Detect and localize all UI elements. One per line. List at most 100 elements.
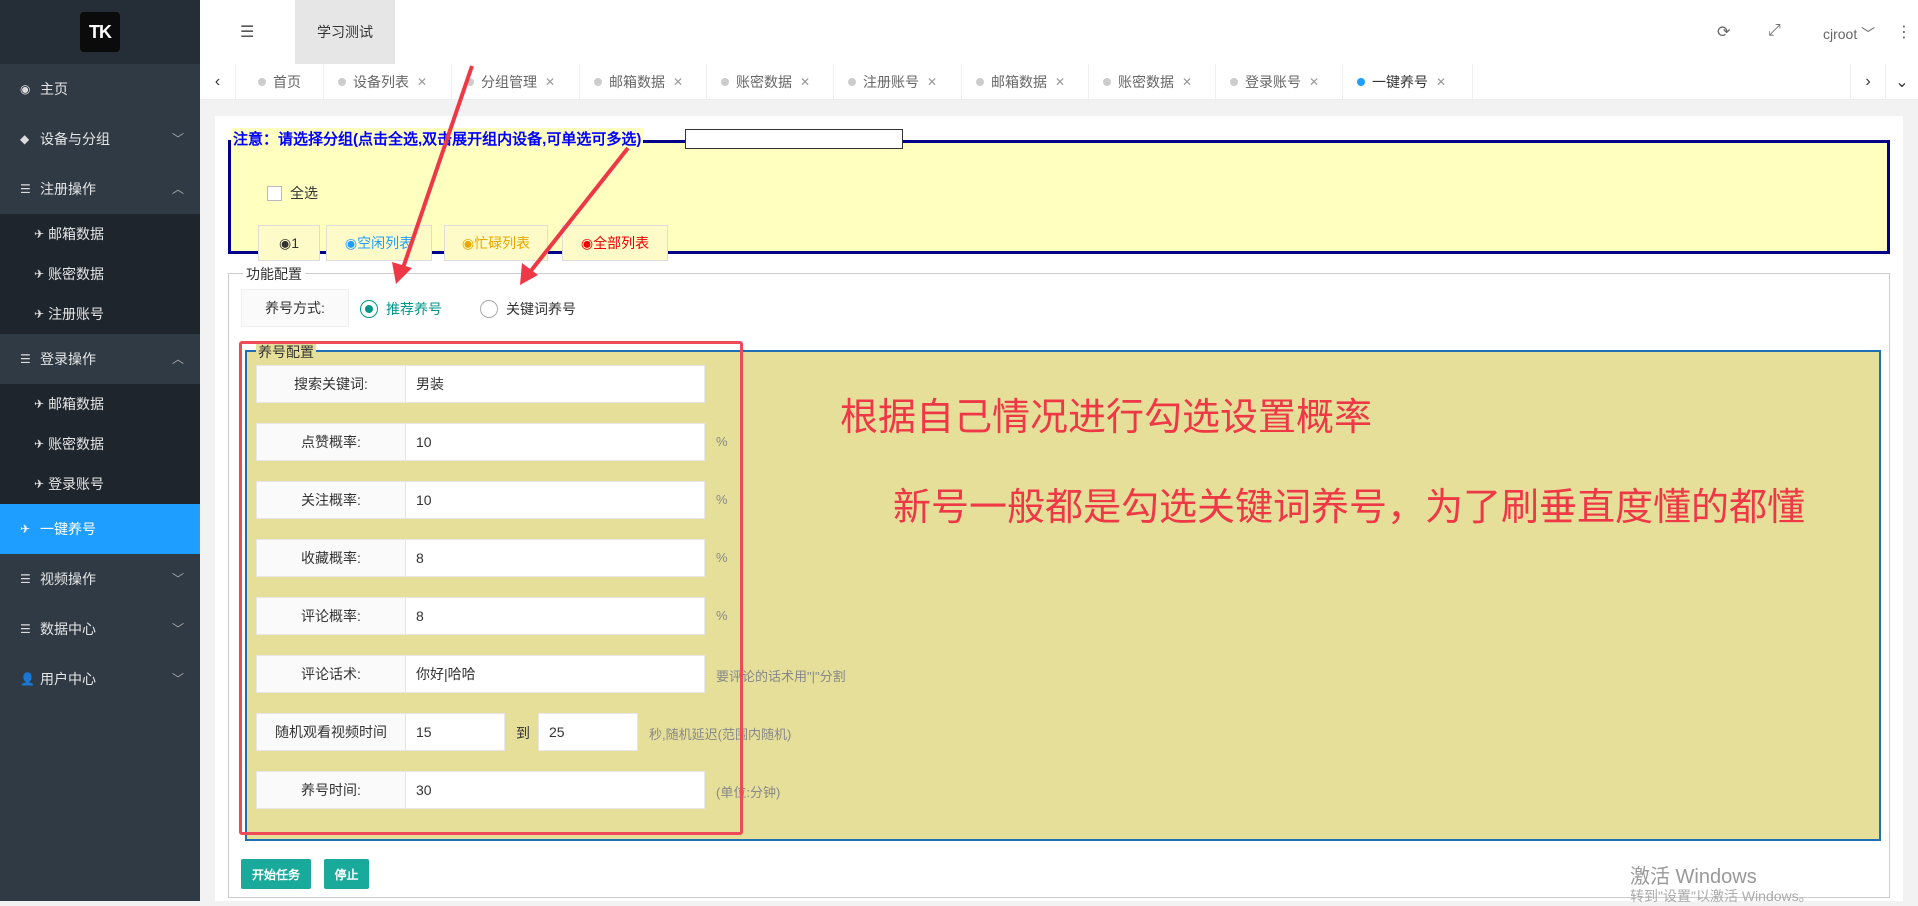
fullscreen-icon[interactable]: ⤢ — [1768, 22, 1781, 40]
close-icon[interactable]: ✕ — [545, 75, 555, 89]
tab-dot-icon — [338, 77, 346, 86]
plane-icon: ✈ — [34, 437, 45, 451]
tab-dot-icon — [466, 77, 474, 86]
server-icon: ☰ — [20, 352, 31, 366]
sidebar-subitem-label: 账密数据 — [48, 436, 105, 452]
tab-dot-icon — [1357, 77, 1365, 86]
android-icon: ◆ — [20, 132, 30, 146]
sidebar-subitem-login-account[interactable]: ✈ 登录账号 — [0, 464, 200, 504]
tab-email-data[interactable]: 邮箱数据 ✕ — [580, 64, 707, 99]
sidebar-item-one-click-nurture[interactable]: ✈ 一键养号 — [0, 504, 200, 554]
plane-icon: ✈ — [34, 307, 45, 321]
tab-login-account[interactable]: 登录账号 ✕ — [1216, 64, 1343, 99]
close-icon[interactable]: ✕ — [927, 75, 937, 89]
plane-icon: ✈ — [34, 227, 45, 241]
radio-label: 关键词养号 — [506, 301, 576, 317]
sidebar-subitem-label: 邮箱数据 — [48, 396, 105, 412]
sidebar-item-label: 一键养号 — [40, 521, 96, 537]
close-icon[interactable]: ✕ — [417, 75, 427, 89]
nurture-mode-label: 养号方式: — [241, 289, 349, 327]
notice-text: 注意：请选择分组(点击全选,双击展开组内设备,可单选可多选) — [233, 131, 642, 148]
user-menu[interactable]: cjroot ﹀ — [1823, 24, 1875, 44]
tab-bar: ‹ 首页 设备列表 ✕ 分组管理 ✕ 邮箱数据 ✕ 账密数据 ✕ 注册账号 ✕ 邮箱数据 ✕… — [200, 64, 1918, 100]
tab-dot-icon — [976, 77, 984, 86]
tab-label: 邮箱数据 — [991, 73, 1047, 90]
tab-device-list[interactable]: 设备列表 ✕ — [324, 64, 452, 99]
windows-activation-subtitle: 转到"设置"以激活 Windows。 — [1630, 888, 1813, 904]
server-icon: ☰ — [20, 572, 31, 586]
mode-radio-recommend[interactable]: 推荐养号 — [360, 299, 442, 319]
user-add-icon: 👤 — [20, 672, 35, 686]
chevron-up-icon: ︿ — [171, 182, 184, 196]
tab-dot-icon — [1103, 77, 1111, 86]
sidebar-item-home[interactable]: ◉ 主页 — [0, 64, 200, 114]
header-title[interactable]: 学习测试 — [295, 0, 395, 64]
tab-label: 注册账号 — [863, 73, 919, 90]
plane-icon: ✈ — [20, 522, 31, 536]
group-search-input[interactable] — [685, 129, 903, 149]
dashboard-icon: ◉ — [20, 82, 31, 96]
sidebar-subitem-login-password[interactable]: ✈ 账密数据 — [0, 424, 200, 464]
app-logo[interactable]: TK — [80, 12, 120, 52]
select-all-checkbox[interactable]: 全选 — [267, 183, 318, 203]
sidebar-item-register[interactable]: ☰ 注册操作 ︿ — [0, 164, 200, 214]
close-icon[interactable]: ✕ — [800, 75, 810, 89]
tab-scroll-right-icon[interactable]: › — [1850, 64, 1886, 99]
sidebar-item-devices[interactable]: ◆ 设备与分组 ﹀ — [0, 114, 200, 164]
group-button-1[interactable]: ◉1 — [258, 225, 320, 261]
sidebar-subitem-register-account[interactable]: ✈ 注册账号 — [0, 294, 200, 334]
tab-dot-icon — [1230, 77, 1238, 86]
plane-icon: ✈ — [34, 477, 45, 491]
tab-home[interactable]: 首页 — [244, 64, 324, 99]
close-icon[interactable]: ✕ — [1055, 75, 1065, 89]
close-icon[interactable]: ✕ — [673, 75, 683, 89]
more-icon[interactable]: ⋮ — [1896, 22, 1912, 42]
checkbox-icon — [267, 185, 282, 201]
mode-radio-keyword[interactable]: 关键词养号 — [480, 299, 576, 319]
sidebar-item-data-center[interactable]: ☰ 数据中心 ﹀ — [0, 604, 200, 654]
sidebar-subitem-register-password[interactable]: ✈ 账密数据 — [0, 254, 200, 294]
chevron-down-icon: ﹀ — [171, 672, 184, 686]
windows-activation-title: 激活 Windows — [1630, 866, 1757, 888]
sidebar-item-login[interactable]: ☰ 登录操作 ︿ — [0, 334, 200, 384]
group-button-all[interactable]: ◉全部列表 — [562, 225, 668, 261]
annotation-line-1: 根据自己情况进行勾选设置概率 — [840, 397, 1373, 439]
tab-menu-chevron-down-icon[interactable]: ⌄ — [1884, 64, 1918, 99]
tab-password-data-2[interactable]: 账密数据 ✕ — [1089, 64, 1216, 99]
tab-group-manage[interactable]: 分组管理 ✕ — [452, 64, 580, 99]
group-button-busy[interactable]: ◉忙碌列表 — [444, 225, 548, 261]
menu-toggle-icon[interactable]: ☰ — [240, 22, 254, 42]
group-button-idle[interactable]: ◉空闲列表 — [326, 225, 432, 261]
close-icon[interactable]: ✕ — [1182, 75, 1192, 89]
close-icon[interactable]: ✕ — [1436, 75, 1446, 89]
tab-label: 设备列表 — [353, 73, 409, 90]
server-icon: ☰ — [20, 182, 31, 196]
login-submenu: ✈ 邮箱数据 ✈ 账密数据 ✈ 登录账号 — [0, 384, 200, 504]
tab-dot-icon — [721, 77, 729, 86]
function-config-legend: 功能配置 — [243, 264, 305, 284]
tab-dot-icon — [848, 77, 856, 86]
tab-label: 一键养号 — [1372, 73, 1428, 90]
tab-label: 分组管理 — [481, 73, 537, 90]
sidebar-item-label: 数据中心 — [40, 621, 96, 637]
tab-scroll-left-icon[interactable]: ‹ — [200, 64, 236, 99]
sidebar-subitem-label: 邮箱数据 — [48, 226, 105, 242]
refresh-icon[interactable]: ⟳ — [1717, 22, 1730, 42]
sidebar-item-user-center[interactable]: 👤 用户中心 ﹀ — [0, 654, 200, 704]
start-task-button[interactable]: 开始任务 — [241, 859, 311, 889]
sidebar-subitem-login-email[interactable]: ✈ 邮箱数据 — [0, 384, 200, 424]
tab-register-account[interactable]: 注册账号 ✕ — [834, 64, 962, 99]
sidebar-subitem-register-email[interactable]: ✈ 邮箱数据 — [0, 214, 200, 254]
tab-email-data-2[interactable]: 邮箱数据 ✕ — [962, 64, 1089, 99]
sidebar-item-label: 用户中心 — [40, 671, 96, 687]
tab-password-data[interactable]: 账密数据 ✕ — [707, 64, 834, 99]
close-icon[interactable]: ✕ — [1309, 75, 1319, 89]
tab-one-click-nurture[interactable]: 一键养号 ✕ — [1343, 64, 1473, 99]
stop-button[interactable]: 停止 — [324, 859, 369, 889]
chevron-down-icon: ﹀ — [171, 132, 184, 146]
chevron-down-icon: ﹀ — [171, 622, 184, 636]
tab-label: 登录账号 — [1245, 73, 1301, 90]
chevron-up-icon: ︿ — [171, 352, 184, 366]
sidebar-item-video[interactable]: ☰ 视频操作 ﹀ — [0, 554, 200, 604]
tab-label: 账密数据 — [1118, 73, 1174, 90]
